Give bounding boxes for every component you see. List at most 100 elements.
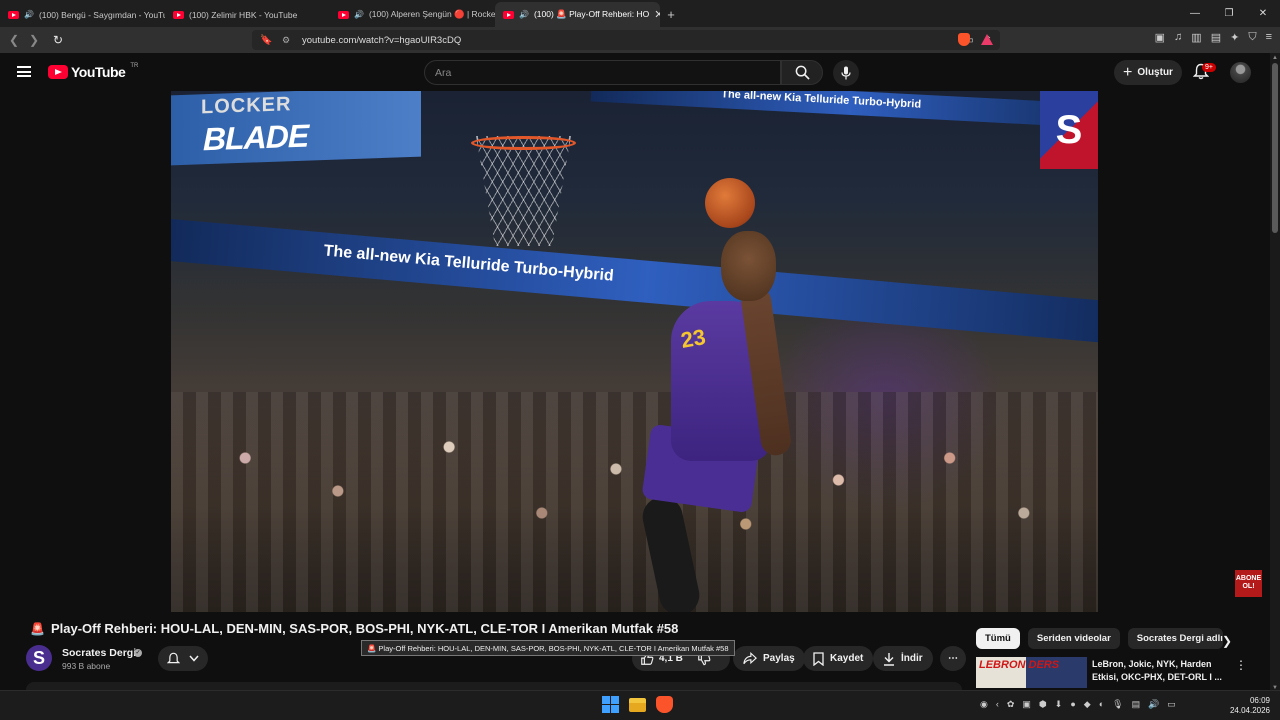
- user-avatar[interactable]: [1230, 62, 1251, 83]
- restore-icon[interactable]: ❐: [1212, 0, 1246, 27]
- scrollbar-thumb[interactable]: [1272, 63, 1278, 233]
- chevron-left-icon[interactable]: ‹: [996, 699, 999, 710]
- youtube-logo[interactable]: YouTube TR: [48, 63, 138, 80]
- steam-icon[interactable]: ◉: [980, 699, 988, 710]
- brave-browser-icon[interactable]: [656, 696, 673, 713]
- download-button[interactable]: İndir: [873, 646, 933, 671]
- speaker-icon[interactable]: 🔊: [354, 10, 364, 19]
- browser-tab-4-active[interactable]: 🔊 (100) 🚨 Play-Off Rehberi: HO ✕: [495, 2, 660, 27]
- search-button[interactable]: [781, 60, 823, 85]
- title-tooltip: 🚨 Play-Off Rehberi: HOU-LAL, DEN-MIN, SA…: [361, 640, 735, 656]
- tray-app-icon[interactable]: ◐: [1099, 699, 1104, 710]
- plus-icon: +: [1123, 63, 1133, 81]
- youtube-favicon-icon: [8, 10, 19, 19]
- voice-search-button[interactable]: [833, 60, 859, 86]
- basketball-rim: [471, 136, 576, 150]
- recommended-thumbnail[interactable]: LEBRON DERS: [976, 657, 1087, 688]
- wallet-icon[interactable]: ▤: [1211, 31, 1221, 44]
- close-tab-icon[interactable]: ✕: [654, 8, 660, 21]
- tab-label: (100) Alperen Şengün 🔴 | Rockets: [368, 9, 495, 19]
- share-button[interactable]: Paylaş: [733, 646, 805, 671]
- channel-avatar[interactable]: S: [26, 645, 52, 671]
- search-input[interactable]: Ara: [424, 60, 781, 85]
- channel-name[interactable]: Socrates Dergi: [62, 647, 136, 659]
- arena-ad-ribbon: The all-new Kia Telluride Turbo-Hybrid: [590, 91, 1098, 129]
- tray-app-icon[interactable]: ◆: [1084, 699, 1091, 710]
- youtube-favicon-icon: [503, 10, 514, 19]
- close-window-icon[interactable]: ✕: [1246, 0, 1280, 27]
- brave-shields-icon[interactable]: [958, 33, 970, 46]
- window-controls: — ❐ ✕: [1178, 0, 1280, 27]
- file-explorer-icon[interactable]: [629, 698, 646, 712]
- logo-text: YouTube: [71, 64, 126, 80]
- back-icon[interactable]: ❮: [4, 33, 24, 47]
- chevron-down-icon: [189, 655, 199, 662]
- subscribe-watermark-button[interactable]: ABONE OL!: [1235, 570, 1262, 597]
- battery-icon[interactable]: ▭: [1167, 699, 1176, 710]
- youtube-play-icon: [48, 65, 68, 79]
- reload-icon[interactable]: ↻: [48, 33, 68, 47]
- brave-rewards-icon[interactable]: [981, 34, 993, 45]
- forward-icon[interactable]: ❯: [24, 33, 44, 47]
- arena-backboard-sign: LOCKER BLADE: [171, 91, 421, 166]
- windows-start-icon[interactable]: [602, 696, 619, 713]
- volume-icon[interactable]: 🔊: [1148, 699, 1159, 710]
- menu-icon[interactable]: ≡: [1266, 31, 1272, 44]
- tray-app-icon[interactable]: ✿: [1007, 699, 1015, 710]
- tray-app-icon[interactable]: ⬢: [1039, 699, 1047, 710]
- hamburger-menu-icon[interactable]: [17, 66, 31, 77]
- speaker-icon[interactable]: 🔊: [519, 10, 529, 19]
- ad-text: The all-new Kia Telluride Turbo-Hybrid: [323, 242, 615, 285]
- video-player[interactable]: The all-new Kia Telluride Turbo-Hybrid L…: [171, 91, 1098, 612]
- description-box[interactable]: [26, 682, 962, 690]
- minimize-icon[interactable]: —: [1178, 0, 1212, 27]
- chevron-right-icon[interactable]: ❯: [1222, 634, 1232, 648]
- subscription-notifications-button[interactable]: [158, 646, 208, 671]
- extension-icon[interactable]: ▣: [1155, 31, 1165, 44]
- address-bar[interactable]: 🔖 ⚙ youtube.com/watch?v=hgaoUIR3cDQ ▭ ⇪: [252, 30, 1000, 50]
- jersey-number: 23: [678, 324, 708, 353]
- more-actions-button[interactable]: ⋯: [940, 646, 966, 671]
- save-button[interactable]: Kaydet: [803, 646, 874, 671]
- player-head: [721, 231, 776, 301]
- speaker-icon[interactable]: 🔊: [24, 10, 34, 19]
- sidebar-icon[interactable]: ▥: [1191, 31, 1201, 44]
- new-tab-button[interactable]: +: [660, 2, 682, 27]
- scroll-up-icon[interactable]: ▲: [1272, 55, 1278, 61]
- browser-tab-3[interactable]: 🔊 (100) Alperen Şengün 🔴 | Rockets ✕: [330, 2, 495, 27]
- create-button[interactable]: + Oluştur: [1114, 60, 1182, 85]
- youtube-favicon-icon: [338, 10, 349, 19]
- arena-ad-ribbon-main: The all-new Kia Telluride Turbo-Hybrid: [171, 219, 1098, 345]
- browser-tab-2[interactable]: (100) Zelimir HBK - YouTube: [165, 2, 330, 27]
- video-title: Play-Off Rehberi: HOU-LAL, DEN-MIN, SAS-…: [50, 621, 679, 636]
- tray-app-icon[interactable]: ●: [1070, 699, 1075, 710]
- microphone-icon: [841, 66, 851, 80]
- taskbar-clock[interactable]: 06:09 24.04.2026: [1222, 696, 1270, 716]
- tray-app-icon[interactable]: ⬇: [1055, 699, 1063, 710]
- microphone-icon[interactable]: 🎙: [1112, 699, 1123, 710]
- ad-text: The all-new Kia Telluride Turbo-Hybrid: [720, 91, 922, 111]
- notification-badge: 9+: [1202, 63, 1216, 72]
- site-info-icon[interactable]: ⚙: [282, 35, 302, 46]
- recommended-title[interactable]: LeBron, Jokic, NYK, Harden Etkisi, OKC-P…: [1092, 658, 1222, 684]
- vpn-icon[interactable]: ⛉: [1248, 31, 1256, 44]
- verified-check-icon: ✓: [134, 649, 142, 657]
- youtube-favicon-icon: [173, 10, 184, 19]
- chip-channel[interactable]: Socrates Dergi adlı yü: [1127, 628, 1223, 649]
- page-scrollbar[interactable]: ▲ ▼: [1270, 53, 1280, 693]
- music-icon[interactable]: ♫: [1174, 31, 1182, 44]
- basketball: [705, 178, 755, 228]
- bookmark-icon: [813, 651, 824, 666]
- chip-series[interactable]: Seriden videolar: [1027, 628, 1120, 649]
- clock-time: 06:09: [1249, 696, 1270, 705]
- siren-icon: 🚨: [30, 621, 45, 636]
- system-tray: ◉ ‹ ✿ ▣ ⬢ ⬇ ● ◆ ◐ 🎙 ▤ 🔊 ▭: [980, 699, 1176, 710]
- more-vert-icon[interactable]: ⋮: [1235, 658, 1247, 672]
- network-icon[interactable]: ▤: [1132, 699, 1141, 710]
- sign-text-blade: BLADE: [203, 117, 309, 158]
- leo-ai-icon[interactable]: ✦: [1230, 31, 1239, 44]
- chip-all[interactable]: Tümü: [976, 628, 1020, 649]
- bookmark-icon[interactable]: 🔖: [260, 35, 274, 46]
- browser-tab-1[interactable]: 🔊 (100) Bengü - Saygımdan - YouTube: [0, 2, 165, 27]
- tray-app-icon[interactable]: ▣: [1022, 699, 1031, 710]
